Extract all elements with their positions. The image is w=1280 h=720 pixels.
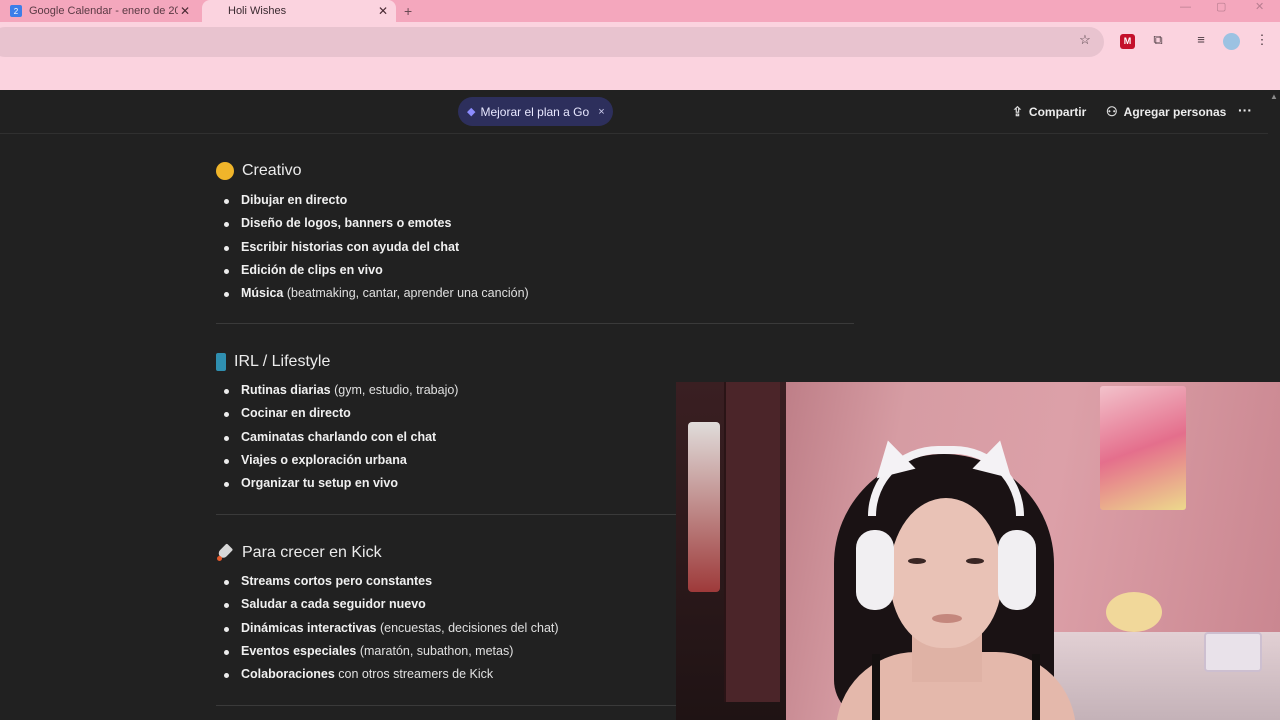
extension-red-icon[interactable]: M bbox=[1120, 34, 1135, 49]
tab-holi-wishes[interactable]: Holi Wishes ✕ bbox=[202, 0, 396, 22]
media-icon[interactable]: ≡ bbox=[1192, 31, 1210, 49]
bookmark-bar bbox=[0, 62, 1280, 90]
list-item: Dibujar en directo bbox=[224, 189, 856, 212]
calendar-icon: 2 bbox=[10, 5, 22, 17]
share-label: Compartir bbox=[1028, 105, 1087, 119]
tab-title: Holi Wishes bbox=[228, 5, 287, 17]
add-people-label: Agregar personas bbox=[1123, 105, 1227, 119]
close-tab-icon[interactable]: ✕ bbox=[376, 4, 390, 18]
upgrade-plan-button[interactable]: ◆ Mejorar el plan a Go × bbox=[458, 97, 613, 126]
close-tab-icon[interactable]: ✕ bbox=[178, 4, 192, 18]
wall-poster bbox=[1100, 386, 1186, 510]
close-icon[interactable]: × bbox=[598, 106, 604, 118]
share-button[interactable]: ⇪ Compartir bbox=[1012, 103, 1086, 121]
minimize-icon[interactable]: — bbox=[1180, 0, 1191, 14]
divider bbox=[216, 323, 854, 324]
list-item: Diseño de logos, banners o emotes bbox=[224, 212, 856, 235]
streamer-face bbox=[890, 498, 1002, 648]
close-window-icon[interactable]: ✕ bbox=[1255, 0, 1264, 14]
app-header: ◆ Mejorar el plan a Go × ⇪ Compartir ⚇ A… bbox=[0, 90, 1280, 134]
webcam-overlay bbox=[676, 382, 1280, 720]
share-icon: ⇪ bbox=[1012, 104, 1023, 119]
diamond-icon: ◆ bbox=[467, 106, 476, 118]
wardrobe bbox=[676, 382, 786, 720]
section-heading: IRL / Lifestyle bbox=[216, 341, 856, 379]
person-add-icon: ⚇ bbox=[1106, 104, 1118, 119]
item-list: Dibujar en directo Diseño de logos, bann… bbox=[224, 189, 856, 305]
section-heading: Creativo bbox=[216, 150, 856, 188]
list-item: Edición de clips en vivo bbox=[224, 259, 856, 282]
menu-icon[interactable]: ⋮ bbox=[1253, 31, 1271, 49]
puzzle-icon[interactable]: ⧉ bbox=[1149, 31, 1167, 49]
maximize-icon[interactable]: ▢ bbox=[1216, 0, 1226, 14]
section-creativo: Creativo Dibujar en directo Diseño de lo… bbox=[216, 150, 856, 322]
new-tab-button[interactable]: + bbox=[404, 0, 412, 22]
tab-title: Google Calendar - enero de 2025 bbox=[29, 5, 178, 17]
scroll-up-icon[interactable]: ▲ bbox=[1270, 92, 1278, 101]
more-options-icon[interactable]: ··· bbox=[1238, 102, 1252, 118]
rocket-icon bbox=[216, 543, 234, 562]
address-bar[interactable] bbox=[0, 27, 1104, 57]
list-item: Música (beatmaking, cantar, aprender una… bbox=[224, 282, 856, 305]
add-people-button[interactable]: ⚇ Agregar personas bbox=[1106, 103, 1226, 121]
palette-icon bbox=[216, 162, 234, 180]
list-item: Escribir historias con ayuda del chat bbox=[224, 236, 856, 259]
star-icon[interactable]: ☆ bbox=[1076, 31, 1094, 49]
tab-google-calendar[interactable]: 2 Google Calendar - enero de 2025 ✕ bbox=[0, 0, 198, 22]
upgrade-label: Mejorar el plan a Go bbox=[480, 104, 590, 119]
profile-avatar[interactable] bbox=[1223, 33, 1240, 50]
mobile-phone-icon bbox=[216, 353, 226, 371]
browser-tabstrip: 2 Google Calendar - enero de 2025 ✕ Holi… bbox=[0, 0, 1280, 22]
message-content: Creativo Dibujar en directo Diseño de lo… bbox=[216, 150, 856, 706]
